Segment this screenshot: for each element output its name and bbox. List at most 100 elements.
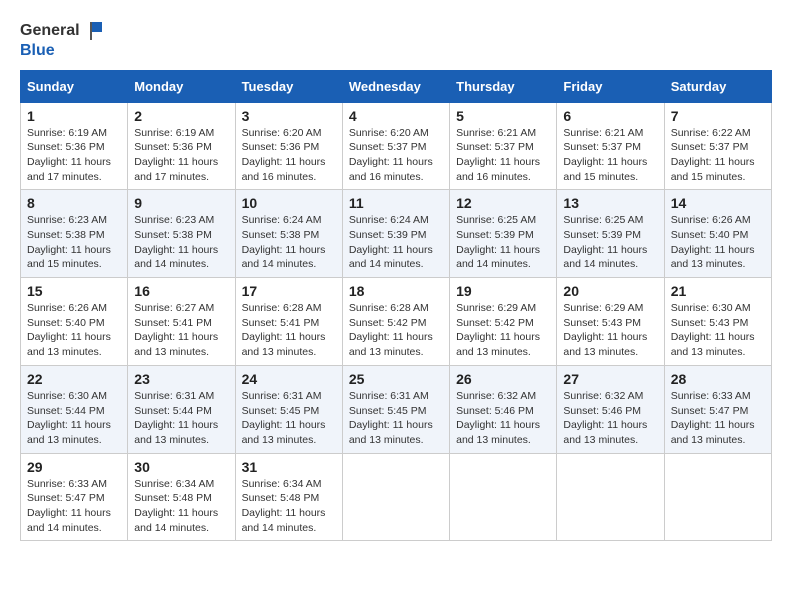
calendar-week-row: 22 Sunrise: 6:30 AMSunset: 5:44 PMDaylig… bbox=[21, 365, 772, 453]
logo: General Blue bbox=[20, 20, 104, 60]
day-number: 3 bbox=[242, 108, 336, 124]
calendar-cell: 4 Sunrise: 6:20 AMSunset: 5:37 PMDayligh… bbox=[342, 102, 449, 190]
day-number: 29 bbox=[27, 459, 121, 475]
day-number: 27 bbox=[563, 371, 657, 387]
cell-info: Sunrise: 6:24 AMSunset: 5:39 PMDaylight:… bbox=[349, 214, 433, 270]
calendar-cell: 17 Sunrise: 6:28 AMSunset: 5:41 PMDaylig… bbox=[235, 278, 342, 366]
calendar-cell: 23 Sunrise: 6:31 AMSunset: 5:44 PMDaylig… bbox=[128, 365, 235, 453]
calendar-week-row: 29 Sunrise: 6:33 AMSunset: 5:47 PMDaylig… bbox=[21, 453, 772, 541]
cell-info: Sunrise: 6:29 AMSunset: 5:42 PMDaylight:… bbox=[456, 302, 540, 358]
day-number: 13 bbox=[563, 195, 657, 211]
cell-info: Sunrise: 6:31 AMSunset: 5:45 PMDaylight:… bbox=[242, 390, 326, 446]
day-number: 7 bbox=[671, 108, 765, 124]
calendar-cell: 15 Sunrise: 6:26 AMSunset: 5:40 PMDaylig… bbox=[21, 278, 128, 366]
calendar-cell: 14 Sunrise: 6:26 AMSunset: 5:40 PMDaylig… bbox=[664, 190, 771, 278]
calendar-cell: 3 Sunrise: 6:20 AMSunset: 5:36 PMDayligh… bbox=[235, 102, 342, 190]
cell-info: Sunrise: 6:32 AMSunset: 5:46 PMDaylight:… bbox=[563, 390, 647, 446]
cell-info: Sunrise: 6:21 AMSunset: 5:37 PMDaylight:… bbox=[563, 127, 647, 183]
calendar-cell: 5 Sunrise: 6:21 AMSunset: 5:37 PMDayligh… bbox=[450, 102, 557, 190]
logo-general: General bbox=[20, 22, 80, 40]
cell-info: Sunrise: 6:23 AMSunset: 5:38 PMDaylight:… bbox=[134, 214, 218, 270]
day-number: 2 bbox=[134, 108, 228, 124]
day-number: 17 bbox=[242, 283, 336, 299]
day-number: 22 bbox=[27, 371, 121, 387]
cell-info: Sunrise: 6:22 AMSunset: 5:37 PMDaylight:… bbox=[671, 127, 755, 183]
cell-info: Sunrise: 6:26 AMSunset: 5:40 PMDaylight:… bbox=[671, 214, 755, 270]
day-number: 15 bbox=[27, 283, 121, 299]
day-number: 23 bbox=[134, 371, 228, 387]
cell-info: Sunrise: 6:33 AMSunset: 5:47 PMDaylight:… bbox=[671, 390, 755, 446]
calendar-cell: 25 Sunrise: 6:31 AMSunset: 5:45 PMDaylig… bbox=[342, 365, 449, 453]
calendar-cell: 27 Sunrise: 6:32 AMSunset: 5:46 PMDaylig… bbox=[557, 365, 664, 453]
day-number: 1 bbox=[27, 108, 121, 124]
day-number: 10 bbox=[242, 195, 336, 211]
day-number: 5 bbox=[456, 108, 550, 124]
cell-info: Sunrise: 6:25 AMSunset: 5:39 PMDaylight:… bbox=[563, 214, 647, 270]
cell-info: Sunrise: 6:28 AMSunset: 5:42 PMDaylight:… bbox=[349, 302, 433, 358]
cell-info: Sunrise: 6:31 AMSunset: 5:45 PMDaylight:… bbox=[349, 390, 433, 446]
cell-info: Sunrise: 6:30 AMSunset: 5:44 PMDaylight:… bbox=[27, 390, 111, 446]
calendar-cell: 16 Sunrise: 6:27 AMSunset: 5:41 PMDaylig… bbox=[128, 278, 235, 366]
weekday-header: Friday bbox=[557, 70, 664, 102]
day-number: 28 bbox=[671, 371, 765, 387]
weekday-header: Thursday bbox=[450, 70, 557, 102]
calendar-cell bbox=[450, 453, 557, 541]
day-number: 20 bbox=[563, 283, 657, 299]
cell-info: Sunrise: 6:31 AMSunset: 5:44 PMDaylight:… bbox=[134, 390, 218, 446]
cell-info: Sunrise: 6:25 AMSunset: 5:39 PMDaylight:… bbox=[456, 214, 540, 270]
weekday-header-row: SundayMondayTuesdayWednesdayThursdayFrid… bbox=[21, 70, 772, 102]
day-number: 12 bbox=[456, 195, 550, 211]
calendar-cell: 12 Sunrise: 6:25 AMSunset: 5:39 PMDaylig… bbox=[450, 190, 557, 278]
day-number: 25 bbox=[349, 371, 443, 387]
calendar-cell: 30 Sunrise: 6:34 AMSunset: 5:48 PMDaylig… bbox=[128, 453, 235, 541]
calendar-week-row: 8 Sunrise: 6:23 AMSunset: 5:38 PMDayligh… bbox=[21, 190, 772, 278]
page-header: General Blue bbox=[20, 20, 772, 60]
calendar-cell: 6 Sunrise: 6:21 AMSunset: 5:37 PMDayligh… bbox=[557, 102, 664, 190]
calendar-cell: 18 Sunrise: 6:28 AMSunset: 5:42 PMDaylig… bbox=[342, 278, 449, 366]
weekday-header: Saturday bbox=[664, 70, 771, 102]
cell-info: Sunrise: 6:26 AMSunset: 5:40 PMDaylight:… bbox=[27, 302, 111, 358]
calendar-cell: 20 Sunrise: 6:29 AMSunset: 5:43 PMDaylig… bbox=[557, 278, 664, 366]
cell-info: Sunrise: 6:20 AMSunset: 5:37 PMDaylight:… bbox=[349, 127, 433, 183]
calendar-cell: 22 Sunrise: 6:30 AMSunset: 5:44 PMDaylig… bbox=[21, 365, 128, 453]
day-number: 14 bbox=[671, 195, 765, 211]
day-number: 26 bbox=[456, 371, 550, 387]
logo-flag-icon bbox=[82, 20, 104, 42]
cell-info: Sunrise: 6:23 AMSunset: 5:38 PMDaylight:… bbox=[27, 214, 111, 270]
calendar-cell: 9 Sunrise: 6:23 AMSunset: 5:38 PMDayligh… bbox=[128, 190, 235, 278]
day-number: 9 bbox=[134, 195, 228, 211]
calendar-cell: 19 Sunrise: 6:29 AMSunset: 5:42 PMDaylig… bbox=[450, 278, 557, 366]
day-number: 21 bbox=[671, 283, 765, 299]
calendar-cell: 1 Sunrise: 6:19 AMSunset: 5:36 PMDayligh… bbox=[21, 102, 128, 190]
day-number: 8 bbox=[27, 195, 121, 211]
day-number: 24 bbox=[242, 371, 336, 387]
calendar-cell: 10 Sunrise: 6:24 AMSunset: 5:38 PMDaylig… bbox=[235, 190, 342, 278]
calendar-cell: 8 Sunrise: 6:23 AMSunset: 5:38 PMDayligh… bbox=[21, 190, 128, 278]
day-number: 30 bbox=[134, 459, 228, 475]
weekday-header: Wednesday bbox=[342, 70, 449, 102]
calendar-cell: 11 Sunrise: 6:24 AMSunset: 5:39 PMDaylig… bbox=[342, 190, 449, 278]
day-number: 31 bbox=[242, 459, 336, 475]
cell-info: Sunrise: 6:20 AMSunset: 5:36 PMDaylight:… bbox=[242, 127, 326, 183]
calendar-cell bbox=[342, 453, 449, 541]
cell-info: Sunrise: 6:33 AMSunset: 5:47 PMDaylight:… bbox=[27, 478, 111, 534]
calendar-week-row: 1 Sunrise: 6:19 AMSunset: 5:36 PMDayligh… bbox=[21, 102, 772, 190]
day-number: 18 bbox=[349, 283, 443, 299]
calendar-cell bbox=[557, 453, 664, 541]
weekday-header: Sunday bbox=[21, 70, 128, 102]
calendar-cell: 21 Sunrise: 6:30 AMSunset: 5:43 PMDaylig… bbox=[664, 278, 771, 366]
cell-info: Sunrise: 6:19 AMSunset: 5:36 PMDaylight:… bbox=[134, 127, 218, 183]
calendar-cell: 13 Sunrise: 6:25 AMSunset: 5:39 PMDaylig… bbox=[557, 190, 664, 278]
calendar-cell: 24 Sunrise: 6:31 AMSunset: 5:45 PMDaylig… bbox=[235, 365, 342, 453]
cell-info: Sunrise: 6:19 AMSunset: 5:36 PMDaylight:… bbox=[27, 127, 111, 183]
calendar-cell: 2 Sunrise: 6:19 AMSunset: 5:36 PMDayligh… bbox=[128, 102, 235, 190]
calendar-cell: 29 Sunrise: 6:33 AMSunset: 5:47 PMDaylig… bbox=[21, 453, 128, 541]
calendar-cell bbox=[664, 453, 771, 541]
calendar-week-row: 15 Sunrise: 6:26 AMSunset: 5:40 PMDaylig… bbox=[21, 278, 772, 366]
day-number: 16 bbox=[134, 283, 228, 299]
cell-info: Sunrise: 6:30 AMSunset: 5:43 PMDaylight:… bbox=[671, 302, 755, 358]
calendar-cell: 26 Sunrise: 6:32 AMSunset: 5:46 PMDaylig… bbox=[450, 365, 557, 453]
cell-info: Sunrise: 6:32 AMSunset: 5:46 PMDaylight:… bbox=[456, 390, 540, 446]
logo-blue: Blue bbox=[20, 42, 55, 60]
calendar-table: SundayMondayTuesdayWednesdayThursdayFrid… bbox=[20, 70, 772, 542]
